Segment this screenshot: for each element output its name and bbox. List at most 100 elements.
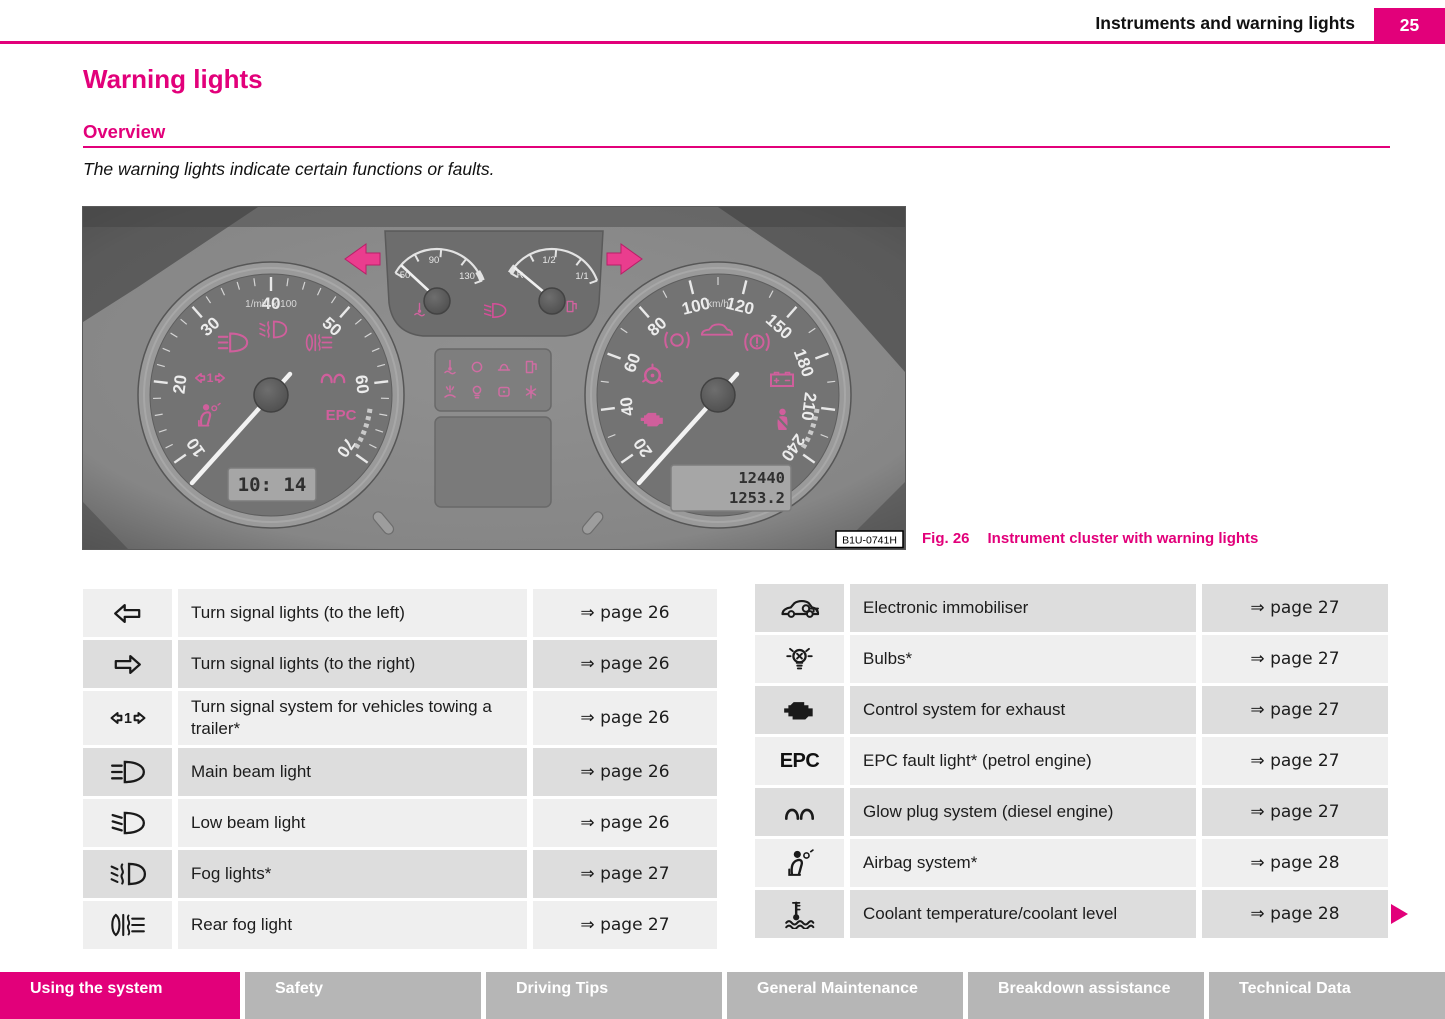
page-ref[interactable]: ⇒ page 26 xyxy=(533,589,717,637)
header-title: Instruments and warning lights xyxy=(1095,13,1355,34)
page-ref[interactable]: ⇒ page 28 xyxy=(1202,890,1388,938)
instrument-cluster-figure: 50 90 130 R 1/2 1/1 xyxy=(83,207,905,549)
nav-tab-driving-tips[interactable]: Driving Tips xyxy=(486,972,722,1019)
table-row: Turn signal lights (to the right) ⇒ page… xyxy=(83,640,717,688)
page-ref[interactable]: ⇒ page 26 xyxy=(533,799,717,847)
page-ref[interactable]: ⇒ page 26 xyxy=(533,748,717,796)
warning-label: Rear fog light xyxy=(178,901,527,949)
warning-label: Coolant temperature/coolant level xyxy=(850,890,1196,938)
nav-tab-technical-data[interactable]: Technical Data xyxy=(1209,972,1445,1019)
table-row: Bulbs* ⇒ page 27 xyxy=(755,635,1388,683)
header-rule xyxy=(0,41,1445,44)
electronic-immobiliser-icon xyxy=(755,584,844,632)
warning-label: Glow plug system (diesel engine) xyxy=(850,788,1196,836)
main-beam-icon xyxy=(83,748,172,796)
intro-text: The warning lights indicate certain func… xyxy=(83,159,494,180)
center-indicator-panel xyxy=(435,349,551,411)
odometer-value: 12440 xyxy=(738,469,785,487)
page-ref[interactable]: ⇒ page 27 xyxy=(1202,737,1388,785)
warning-label: Turn signal lights (to the left) xyxy=(178,589,527,637)
warning-label: Low beam light xyxy=(178,799,527,847)
instrument-cluster-image: 50 90 130 R 1/2 1/1 xyxy=(83,207,905,549)
warning-label: Turn signal system for vehicles towing a… xyxy=(178,691,527,745)
warning-label: Control system for exhaust xyxy=(850,686,1196,734)
epc-icon: EPC xyxy=(755,737,844,785)
table-row: Rear fog light ⇒ page 27 xyxy=(83,901,717,949)
warning-table-right: Electronic immobiliser ⇒ page 27 Bulbs* … xyxy=(755,584,1388,941)
section-heading: Overview xyxy=(83,121,165,143)
glow-plug-icon xyxy=(755,788,844,836)
speedometer-unit: km/h xyxy=(707,299,729,310)
table-row: Low beam light ⇒ page 26 xyxy=(83,799,717,847)
page-ref[interactable]: ⇒ page 28 xyxy=(1202,839,1388,887)
epc-indicator-text: EPC xyxy=(326,407,357,424)
page-ref[interactable]: ⇒ page 27 xyxy=(1202,686,1388,734)
table-row: Fog lights* ⇒ page 27 xyxy=(83,850,717,898)
table-row: Glow plug system (diesel engine) ⇒ page … xyxy=(755,788,1388,836)
turn-signal-left-icon xyxy=(83,589,172,637)
image-code: B1U-0741H xyxy=(842,535,897,547)
page-title: Warning lights xyxy=(83,64,263,95)
tachometer-unit: 1/min x 100 xyxy=(245,299,297,310)
low-beam-icon xyxy=(83,799,172,847)
manual-page: Instruments and warning lights 25 Warnin… xyxy=(0,0,1445,1019)
figure-caption-text: Instrument cluster with warning lights xyxy=(988,530,1259,547)
warning-label: Fog lights* xyxy=(178,850,527,898)
fuel-label-half: 1/2 xyxy=(542,255,555,266)
bulbs-icon xyxy=(755,635,844,683)
rear-fog-light-icon xyxy=(83,901,172,949)
page-number-badge: 25 xyxy=(1374,8,1445,42)
table-row: Turn signal system for vehicles towing a… xyxy=(83,691,717,745)
nav-tab-using-the-system[interactable]: Using the system xyxy=(0,972,240,1019)
page-ref[interactable]: ⇒ page 27 xyxy=(1202,635,1388,683)
page-ref[interactable]: ⇒ page 26 xyxy=(533,640,717,688)
exhaust-control-icon xyxy=(755,686,844,734)
nav-tab-label: Using the system xyxy=(30,980,162,997)
nav-tab-breakdown-assistance[interactable]: Breakdown assistance xyxy=(968,972,1204,1019)
continuation-arrow-icon xyxy=(1391,904,1408,924)
footer-nav: Using the system Safety Driving Tips Gen… xyxy=(0,972,1445,1019)
warning-label: EPC fault light* (petrol engine) xyxy=(850,737,1196,785)
page-ref[interactable]: ⇒ page 27 xyxy=(1202,788,1388,836)
turn-signal-trailer-icon xyxy=(83,691,172,745)
speedometer: 20406080100120150180210240 km/h 12440 12… xyxy=(585,262,851,528)
table-row: Control system for exhaust ⇒ page 27 xyxy=(755,686,1388,734)
turn-signal-right-icon xyxy=(83,640,172,688)
table-row: EPC EPC fault light* (petrol engine) ⇒ p… xyxy=(755,737,1388,785)
airbag-icon xyxy=(755,839,844,887)
section-rule xyxy=(83,146,1390,148)
svg-text:60: 60 xyxy=(351,374,372,395)
nav-tab-label: Driving Tips xyxy=(516,980,608,997)
nav-tab-label: Safety xyxy=(275,980,323,997)
tachometer: 10203040506070 1/min x 100 EPC 10: 14 xyxy=(138,262,404,528)
svg-text:20: 20 xyxy=(170,374,191,395)
table-row: Electronic immobiliser ⇒ page 27 xyxy=(755,584,1388,632)
nav-tab-label: Breakdown assistance xyxy=(998,980,1171,997)
epc-icon-text: EPC xyxy=(780,750,820,773)
top-gauge-panel xyxy=(385,231,603,336)
table-row: Turn signal lights (to the left) ⇒ page … xyxy=(83,589,717,637)
warning-table-left: Turn signal lights (to the left) ⇒ page … xyxy=(83,589,717,952)
nav-tab-general-maintenance[interactable]: General Maintenance xyxy=(727,972,963,1019)
page-number: 25 xyxy=(1400,15,1419,36)
nav-tab-label: Technical Data xyxy=(1239,980,1351,997)
warning-label: Airbag system* xyxy=(850,839,1196,887)
page-ref[interactable]: ⇒ page 27 xyxy=(1202,584,1388,632)
clock-value: 10: 14 xyxy=(238,474,307,496)
nav-tab-safety[interactable]: Safety xyxy=(245,972,481,1019)
warning-label: Electronic immobiliser xyxy=(850,584,1196,632)
warning-label: Bulbs* xyxy=(850,635,1196,683)
page-ref[interactable]: ⇒ page 26 xyxy=(533,691,717,745)
temp-label-90: 90 xyxy=(429,255,440,266)
figure-caption: Fig. 26 Instrument cluster with warning … xyxy=(922,530,1258,547)
warning-label: Main beam light xyxy=(178,748,527,796)
trip-odometer-value: 1253.2 xyxy=(729,489,785,507)
svg-text:40: 40 xyxy=(617,396,638,417)
table-row: Coolant temperature/coolant level ⇒ page… xyxy=(755,890,1388,938)
warning-label: Turn signal lights (to the right) xyxy=(178,640,527,688)
page-ref[interactable]: ⇒ page 27 xyxy=(533,901,717,949)
coolant-icon xyxy=(755,890,844,938)
table-row: Main beam light ⇒ page 26 xyxy=(83,748,717,796)
page-ref[interactable]: ⇒ page 27 xyxy=(533,850,717,898)
fog-lights-icon xyxy=(83,850,172,898)
